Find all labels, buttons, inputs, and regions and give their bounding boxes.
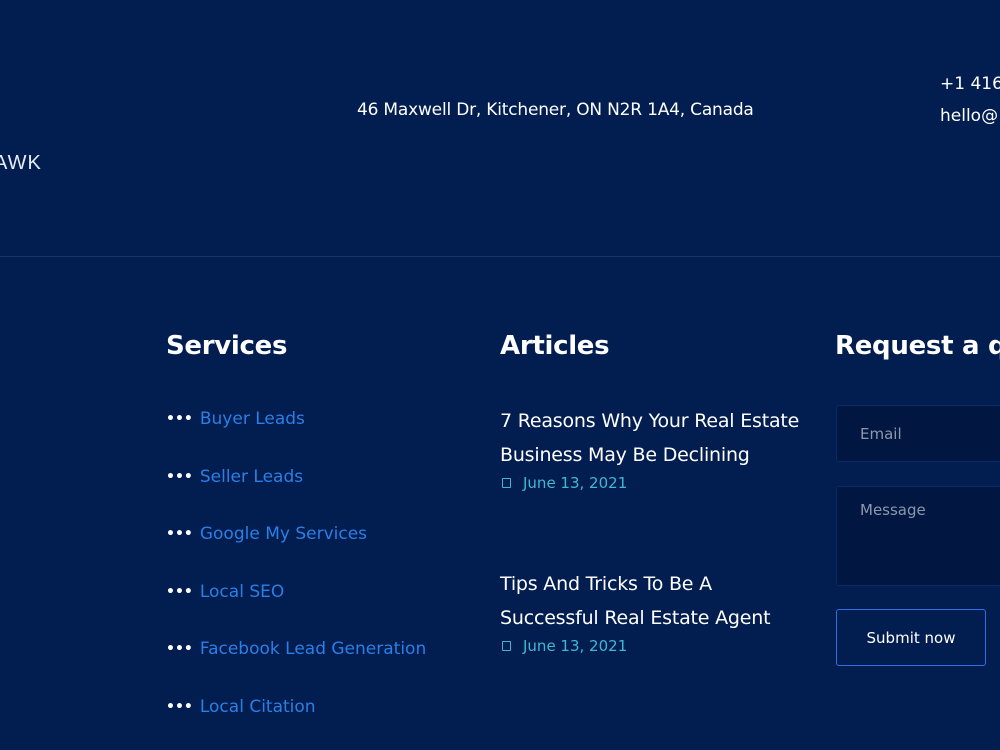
services-list: ••• Buyer Leads ••• Seller Leads ••• Google… xyxy=(166,407,426,750)
list-item: ••• Local SEO xyxy=(166,580,426,638)
service-link-local-seo[interactable]: Local SEO xyxy=(200,580,284,604)
bullet-dots-icon: ••• xyxy=(166,411,193,427)
email-field[interactable] xyxy=(836,405,1000,462)
calendar-icon xyxy=(502,641,511,651)
bullet-dots-icon: ••• xyxy=(166,526,193,542)
bullet-dots-icon: ••• xyxy=(166,698,193,715)
contact-block: +1 416 hello@ xyxy=(940,68,1000,132)
bullet-dots-icon: ••• xyxy=(166,641,193,657)
quote-heading: Request a qu xyxy=(835,331,1000,361)
article-item: 7 Reasons Why Your Real Estate Business … xyxy=(500,404,800,492)
service-link-seller-leads[interactable]: Seller Leads xyxy=(200,465,303,489)
service-link-local-citation[interactable]: Local Citation xyxy=(200,695,316,719)
list-item: ••• Local Citation xyxy=(166,695,426,750)
phone-link[interactable]: +1 416 xyxy=(940,68,1000,100)
article-date: June 13, 2021 xyxy=(500,474,800,492)
service-link-facebook-lead-generation[interactable]: Facebook Lead Generation xyxy=(200,637,426,661)
list-item: ••• Google My Services xyxy=(166,522,426,580)
article-title-link[interactable]: Tips And Tricks To Be A Successful Real … xyxy=(500,567,800,635)
bullet-dots-icon: ••• xyxy=(166,468,193,485)
list-item: ••• Buyer Leads xyxy=(166,407,426,465)
services-heading: Services xyxy=(166,331,288,361)
article-date: June 13, 2021 xyxy=(500,637,800,655)
header-bar: AWK 46 Maxwell Dr, Kitchener, ON N2R 1A4… xyxy=(0,0,1000,257)
logo-text[interactable]: AWK xyxy=(0,152,42,175)
article-date-text: June 13, 2021 xyxy=(523,637,628,655)
calendar-icon xyxy=(502,478,511,488)
list-item: ••• Seller Leads xyxy=(166,465,426,523)
articles-heading: Articles xyxy=(500,331,610,361)
article-date-text: June 13, 2021 xyxy=(523,474,628,492)
article-item: Tips And Tricks To Be A Successful Real … xyxy=(500,567,800,655)
service-link-buyer-leads[interactable]: Buyer Leads xyxy=(200,407,305,431)
submit-button[interactable]: Submit now xyxy=(836,609,986,666)
message-field[interactable] xyxy=(836,486,1000,586)
bullet-dots-icon: ••• xyxy=(166,583,193,600)
list-item: ••• Facebook Lead Generation xyxy=(166,637,426,695)
email-link[interactable]: hello@ xyxy=(940,100,1000,132)
address-text: 46 Maxwell Dr, Kitchener, ON N2R 1A4, Ca… xyxy=(357,100,754,120)
article-title-link[interactable]: 7 Reasons Why Your Real Estate Business … xyxy=(500,404,800,472)
service-link-google-my-services[interactable]: Google My Services xyxy=(200,522,367,546)
